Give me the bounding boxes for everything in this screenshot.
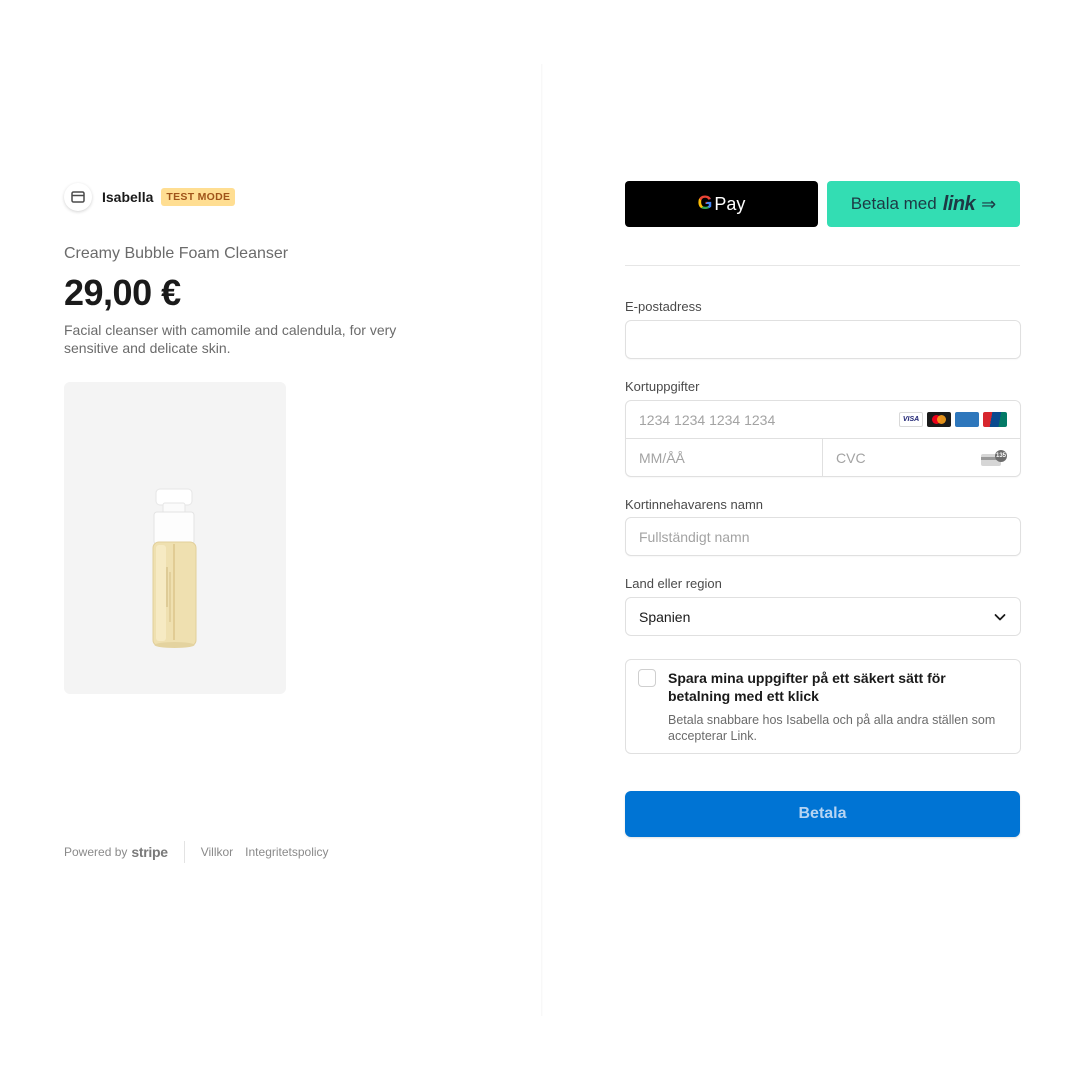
product-description: Facial cleanser with camomile and calend… bbox=[64, 322, 397, 356]
save-info-title[interactable]: Spara mina uppgifter på ett säkert sätt … bbox=[668, 669, 998, 705]
pay-button[interactable]: Betala bbox=[625, 791, 1020, 837]
cardholder-name-label: Kortinnehavarens namn bbox=[625, 497, 764, 512]
card-expiry-field[interactable]: MM/ÅÅ bbox=[626, 439, 823, 476]
link-button-prefix: Betala med bbox=[850, 194, 937, 213]
card-details-label: Kortuppgifter bbox=[625, 379, 700, 394]
visa-icon: VISA bbox=[899, 412, 923, 427]
gpay-label: Pay bbox=[714, 193, 746, 214]
cvc-card-icon: 135 bbox=[981, 449, 1007, 466]
pay-button-label: Betala bbox=[798, 805, 847, 822]
test-mode-badge: TEST MODE bbox=[161, 188, 236, 206]
expiry-placeholder: MM/ÅÅ bbox=[639, 449, 685, 466]
powered-by-stripe[interactable]: Powered by stripe bbox=[64, 844, 168, 860]
order-summary-panel: Isabella TEST MODE Creamy Bubble Foam Cl… bbox=[0, 0, 541, 1080]
powered-by-label: Powered by bbox=[64, 845, 128, 859]
cardholder-name-field[interactable] bbox=[625, 517, 1021, 556]
footer-divider bbox=[183, 841, 185, 863]
card-brand-icons: VISA bbox=[899, 412, 1007, 427]
product-price: 29,00 € bbox=[64, 272, 181, 313]
card-number-placeholder: 1234 1234 1234 1234 bbox=[639, 411, 776, 428]
save-info-checkbox[interactable] bbox=[638, 669, 656, 687]
wallet-separator bbox=[625, 265, 1020, 266]
country-value: Spanien bbox=[639, 608, 691, 625]
wallet-buttons: G Pay Betala med link ⇒ bbox=[625, 181, 1020, 227]
merchant-name[interactable]: Isabella bbox=[102, 189, 153, 205]
google-g-icon: G bbox=[697, 193, 713, 214]
save-info-description: Betala snabbare hos Isabella och på alla… bbox=[668, 713, 996, 743]
save-info-box: Spara mina uppgifter på ett säkert sätt … bbox=[625, 659, 1021, 754]
amex-icon bbox=[955, 412, 979, 427]
footer: Powered by stripe Villkor Integritetspol… bbox=[64, 841, 329, 863]
country-select[interactable]: Spanien bbox=[625, 597, 1021, 636]
terms-link[interactable]: Villkor bbox=[201, 845, 233, 859]
mastercard-icon bbox=[927, 412, 951, 427]
google-pay-button[interactable]: G Pay bbox=[625, 181, 818, 227]
country-label: Land eller region bbox=[625, 576, 722, 591]
arrow-right-icon: ⇒ bbox=[981, 193, 997, 214]
link-logo: link bbox=[942, 192, 976, 215]
cvc-placeholder: CVC bbox=[836, 449, 866, 466]
link-pay-button[interactable]: Betala med link ⇒ bbox=[827, 181, 1020, 227]
card-cvc-field[interactable]: CVC 135 bbox=[823, 439, 1020, 476]
stripe-logo: stripe bbox=[131, 844, 168, 860]
card-number-field[interactable]: 1234 1234 1234 1234 VISA bbox=[626, 401, 1020, 439]
foam-bottle-icon bbox=[152, 488, 197, 648]
email-field[interactable] bbox=[625, 320, 1021, 359]
merchant-header: Isabella TEST MODE bbox=[64, 182, 236, 212]
product-image bbox=[64, 382, 286, 694]
chevron-down-icon bbox=[994, 613, 1006, 620]
email-label: E-postadress bbox=[625, 299, 702, 314]
card-details-group: 1234 1234 1234 1234 VISA MM/ÅÅ CVC 135 bbox=[625, 400, 1021, 477]
product-name: Creamy Bubble Foam Cleanser bbox=[64, 245, 289, 262]
store-icon bbox=[64, 183, 92, 211]
privacy-link[interactable]: Integritetspolicy bbox=[245, 845, 328, 859]
cvc-badge: 135 bbox=[995, 449, 1007, 462]
unionpay-icon bbox=[983, 412, 1007, 427]
